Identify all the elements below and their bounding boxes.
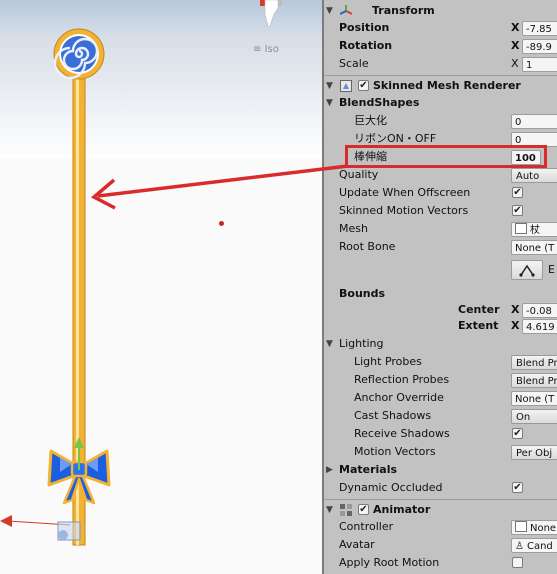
- quality-dropdown[interactable]: Auto: [511, 168, 557, 183]
- animator-title: Animator: [373, 503, 431, 516]
- bounds-label: Bounds: [339, 287, 386, 300]
- update-offscreen-label[interactable]: Update When Offscreen: [339, 184, 470, 202]
- reflection-probes-label[interactable]: Reflection Probes: [354, 371, 449, 389]
- quality-label[interactable]: Quality: [339, 166, 378, 184]
- component-separator: [324, 499, 557, 500]
- avatar-label[interactable]: Avatar: [339, 536, 375, 554]
- wand-model[interactable]: [0, 0, 322, 574]
- dynamic-occluded-checkbox[interactable]: ✔: [512, 482, 523, 493]
- avatar-value: Cand: [526, 541, 553, 552]
- lighting-foldout-icon[interactable]: ▼: [326, 335, 333, 353]
- smr-foldout-icon[interactable]: ▼: [326, 77, 333, 95]
- animator-foldout-icon[interactable]: ▼: [326, 501, 333, 519]
- apply-root-motion-label[interactable]: Apply Root Motion: [339, 554, 439, 572]
- scale-x-axis-label[interactable]: X: [511, 55, 519, 73]
- blendshapes-foldout-icon[interactable]: ▼: [326, 94, 333, 112]
- light-probes-dropdown[interactable]: Blend Pr: [511, 355, 557, 370]
- extent-x-field[interactable]: 4.619: [522, 319, 557, 334]
- candy-top-icon: [53, 28, 105, 80]
- animator-enabled-checkbox[interactable]: ✔: [358, 504, 369, 515]
- extent-label[interactable]: Extent: [458, 317, 498, 335]
- mesh-value: 杖: [530, 225, 540, 236]
- transform-foldout-icon[interactable]: ▼: [326, 2, 333, 20]
- controller-value: None: [530, 523, 557, 534]
- center-x-field[interactable]: -0.08: [522, 303, 557, 318]
- transform-title: Transform: [372, 4, 435, 17]
- position-x-axis-label[interactable]: X: [511, 19, 519, 37]
- mesh-label[interactable]: Mesh: [339, 220, 368, 238]
- scale-label[interactable]: Scale: [339, 55, 369, 73]
- blendshape-highlight-box: [345, 145, 547, 168]
- rotation-label[interactable]: Rotation: [339, 37, 392, 55]
- controller-file-icon: [515, 521, 527, 532]
- update-offscreen-checkbox[interactable]: ✔: [512, 187, 523, 198]
- mesh-field[interactable]: 杖: [511, 222, 557, 237]
- skinned-motion-vectors-label[interactable]: Skinned Motion Vectors: [339, 202, 468, 220]
- component-separator: [324, 75, 557, 76]
- skinned-mesh-icon: [340, 80, 352, 92]
- rotation-x-field[interactable]: -89.9: [522, 39, 557, 54]
- edit-bounds-icon: [519, 264, 535, 277]
- inspector-panel: ▼ Transform Position X -7.85 Rotation X …: [324, 0, 557, 574]
- avatar-field[interactable]: ♙ Cand: [511, 538, 557, 553]
- animator-icon: [340, 504, 352, 516]
- skinned-motion-vectors-checkbox[interactable]: ✔: [512, 205, 523, 216]
- anchor-override-field[interactable]: None (T: [511, 391, 557, 406]
- avatar-person-icon: ♙: [515, 541, 524, 552]
- edit-bounds-label: E: [548, 263, 555, 276]
- blendshape-value-0[interactable]: 0: [511, 114, 557, 129]
- edit-bounds-button[interactable]: [511, 260, 543, 280]
- receive-shadows-label[interactable]: Receive Shadows: [354, 425, 450, 443]
- anchor-override-label[interactable]: Anchor Override: [354, 389, 444, 407]
- smr-enabled-checkbox[interactable]: ✔: [358, 80, 369, 91]
- position-x-field[interactable]: -7.85: [522, 21, 557, 36]
- light-probes-label[interactable]: Light Probes: [354, 353, 422, 371]
- extent-x-axis-label[interactable]: X: [511, 317, 519, 335]
- root-bone-field[interactable]: None (T: [511, 240, 557, 255]
- root-bone-label[interactable]: Root Bone: [339, 238, 395, 256]
- rotation-x-axis-label[interactable]: X: [511, 37, 519, 55]
- blendshape-name-0[interactable]: 巨大化: [354, 112, 387, 130]
- controller-label[interactable]: Controller: [339, 518, 393, 536]
- motion-vectors-label[interactable]: Motion Vectors: [354, 443, 436, 461]
- cast-shadows-label[interactable]: Cast Shadows: [354, 407, 431, 425]
- controller-field[interactable]: None: [511, 520, 557, 535]
- blendshapes-label[interactable]: BlendShapes: [339, 94, 419, 112]
- mesh-grid-icon: [515, 223, 527, 234]
- cast-shadows-dropdown[interactable]: On: [511, 409, 557, 424]
- materials-label[interactable]: Materials: [339, 461, 397, 479]
- apply-root-motion-checkbox[interactable]: [512, 557, 523, 568]
- receive-shadows-checkbox[interactable]: ✔: [512, 428, 523, 439]
- materials-foldout-icon[interactable]: ▶: [326, 461, 333, 479]
- smr-title: Skinned Mesh Renderer: [373, 79, 521, 92]
- reflection-probes-dropdown[interactable]: Blend Pr: [511, 373, 557, 388]
- motion-vectors-dropdown[interactable]: Per Obj: [511, 445, 557, 460]
- lighting-label[interactable]: Lighting: [339, 335, 383, 353]
- scene-view[interactable]: ≡ Iso: [0, 0, 322, 574]
- dynamic-occluded-label[interactable]: Dynamic Occluded: [339, 479, 443, 497]
- transform-icon: [340, 5, 352, 15]
- scale-x-field[interactable]: 1: [522, 57, 557, 72]
- position-label[interactable]: Position: [339, 19, 389, 37]
